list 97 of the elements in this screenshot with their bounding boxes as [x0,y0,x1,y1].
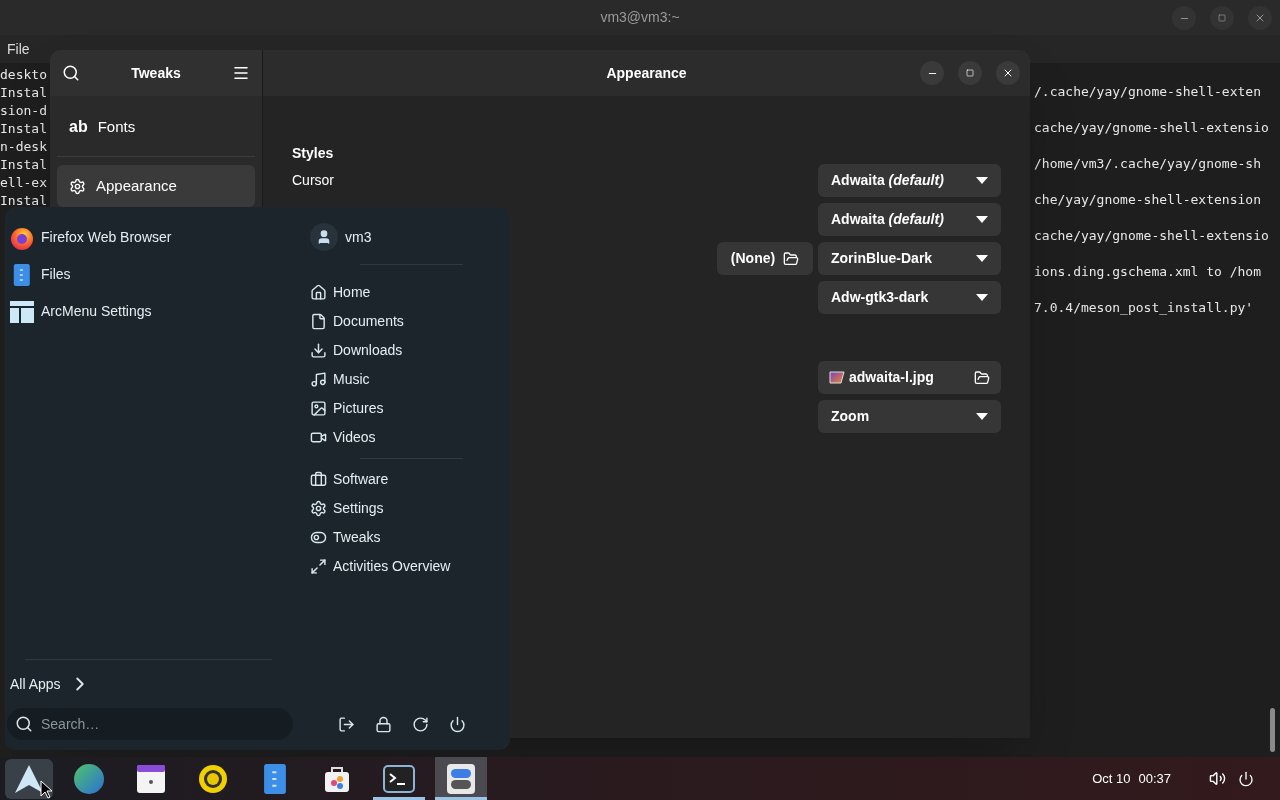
terminal-line: cache/yay/gnome-shell-extensio [1034,119,1269,137]
clock[interactable]: 00:37 [1138,768,1171,789]
toggle-icon [447,763,475,794]
dropdown[interactable]: Adwaita (default) [818,164,1001,197]
section-heading: Styles [292,144,335,163]
search-button[interactable] [62,64,80,82]
caret-icon [976,413,988,420]
window-title: vm3@vm3:~ [600,8,680,27]
date[interactable]: Oct 10 [1092,768,1131,789]
caret-icon [976,255,988,262]
volume-icon[interactable] [1209,770,1226,787]
lock-icon[interactable] [375,715,392,733]
bag-icon [323,764,351,793]
terminal-line: deskto [0,66,47,84]
caret-icon [976,216,988,223]
file-cabinet-icon [263,763,287,794]
terminal-line: /.cache/yay/gnome-shell-exten [1034,83,1261,101]
terminal-line: sion-d [0,102,47,120]
maximize-button[interactable] [958,61,982,85]
caret-icon [976,294,988,301]
user-item[interactable]: vm3 [310,223,372,251]
terminal-line: n-desk [0,138,47,156]
appearance-icon [69,177,86,195]
menu-item[interactable]: Pictures [310,394,384,423]
dropdown[interactable]: ZorinBlue-Dark [818,242,1001,275]
bag-icon [310,471,327,488]
document-icon [310,313,327,330]
terminal-line: ions.ding.gschema.xml to /hom [1034,263,1261,281]
close-icon [1002,67,1014,79]
download-icon [310,342,327,359]
close-button[interactable] [1248,6,1272,30]
layout-icon [10,300,34,323]
terminal-line: 7.0.4/meson_post_install.py' [1034,299,1254,317]
menu-item[interactable]: Downloads [310,336,403,365]
calendar-icon [137,764,165,793]
close-button[interactable] [996,61,1020,85]
settings-icon [310,500,327,517]
dropdown[interactable]: Adwaita (default) [818,203,1001,236]
image-thumbnail-icon [829,371,845,384]
expand-icon [310,558,327,575]
home-icon [310,284,327,301]
dropdown[interactable]: Adw-gtk3-dark [818,281,1001,314]
image-icon [310,400,327,417]
terminal-line: ell-ex [0,174,47,192]
file-chooser[interactable]: adwaita-l.jpg [818,361,1001,394]
menu-item[interactable]: Settings [310,494,384,523]
menu-button[interactable] [232,64,250,82]
none-button[interactable]: (None) [717,242,813,275]
log-out-icon[interactable] [338,715,355,733]
menu-item[interactable]: Videos [310,423,376,452]
restart-icon[interactable] [412,715,429,733]
page-title: Appearance [606,63,687,83]
app-title: Tweaks [131,63,181,83]
toggle-icon [310,529,327,546]
maximize-icon [1218,14,1226,22]
terminal-line: Instal [0,84,47,102]
terminal-line: cache/yay/gnome-shell-extensio [1034,227,1269,245]
terminal-line: Instal [0,192,47,210]
avatar [310,223,338,251]
power-icon[interactable] [1238,770,1254,787]
menu-item[interactable]: Home [310,278,371,307]
power-icon[interactable] [449,715,466,733]
caret-icon [976,177,988,184]
menu-item[interactable]: Music [310,365,370,394]
dropdown[interactable]: Zoom [818,400,1001,433]
terminal-line: Instal [0,120,47,138]
sidebar-item[interactable]: ab Fonts [57,106,255,148]
close-icon [1254,12,1266,24]
menu-item[interactable]: File [7,38,30,60]
mouse-cursor-icon [40,780,52,799]
all-apps-button[interactable]: All Apps [5,660,96,708]
file-cabinet-icon [13,263,31,286]
search-field[interactable]: Search… [7,708,293,740]
search-icon [15,715,33,733]
menu-item[interactable]: Software [310,465,389,494]
font-icon: ab [69,115,88,139]
speaker-icon [198,763,228,794]
globe-icon [73,762,105,795]
terminal-line: che/yay/gnome-shell-extension [1034,191,1261,209]
menu-item[interactable]: Activities Overview [310,552,451,581]
app-item[interactable]: ArcMenu Settings [10,293,152,330]
sidebar-item[interactable]: Appearance [57,165,255,207]
folder-icon [783,250,800,267]
row-label: Cursor [292,171,334,190]
terminal-line: Instal [0,156,47,174]
music-icon [310,371,327,388]
app-item[interactable]: Firefox Web Browser [10,219,172,256]
terminal-icon [383,764,415,793]
taskbar-app[interactable] [435,757,487,800]
scrollbar[interactable] [1270,708,1275,752]
folder-icon [974,369,990,386]
menu-item[interactable]: Documents [310,307,404,336]
maximize-icon [966,69,974,77]
app-item[interactable]: Files [10,256,71,293]
firefox-icon [10,225,34,250]
terminal-line: /home/vm3/.cache/yay/gnome-sh [1034,155,1261,173]
menu-item[interactable]: Tweaks [310,523,381,552]
